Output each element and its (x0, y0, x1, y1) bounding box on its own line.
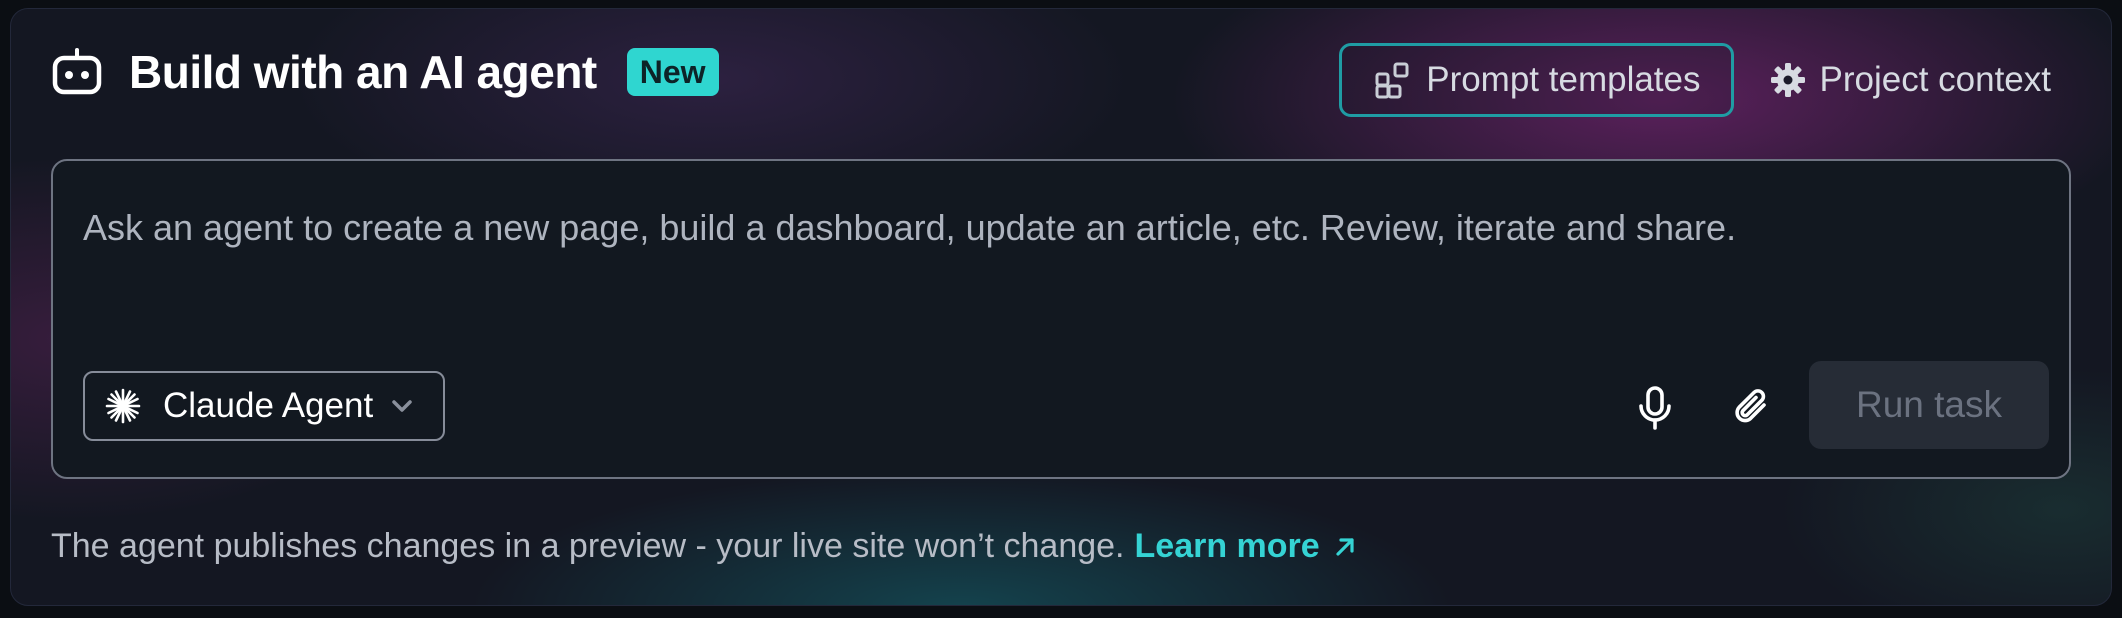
templates-icon (1374, 61, 1412, 99)
microphone-icon[interactable] (1631, 384, 1679, 432)
prompt-templates-label: Prompt templates (1426, 60, 1701, 99)
page-title: Build with an AI agent (129, 46, 597, 98)
project-context-button[interactable]: Project context (1770, 60, 2052, 100)
prompt-templates-button[interactable]: Prompt templates (1339, 43, 1734, 117)
agent-panel: Build with an AI agent New Prompt templa… (10, 8, 2112, 606)
prompt-input[interactable] (83, 207, 2039, 249)
panel-header: Build with an AI agent New (51, 45, 719, 99)
gear-icon (1770, 62, 1806, 98)
project-context-label: Project context (1819, 60, 2052, 99)
footer-note: The agent publishes changes in a preview… (51, 527, 1356, 566)
chevron-down-icon (391, 399, 413, 413)
robot-icon (51, 46, 103, 98)
agent-selector[interactable]: Claude Agent (83, 371, 445, 441)
footer-text: The agent publishes changes in a preview… (51, 527, 1125, 565)
learn-more-link[interactable]: Learn more (1135, 527, 1356, 566)
header-actions: Prompt templates Project context (1339, 43, 2051, 117)
external-arrow-icon (1334, 536, 1356, 558)
run-task-button[interactable]: Run task (1809, 361, 2049, 449)
paperclip-icon[interactable] (1729, 384, 1777, 432)
claude-spark-icon (105, 388, 141, 424)
agent-selector-label: Claude Agent (163, 386, 374, 425)
learn-more-label: Learn more (1134, 527, 1320, 565)
prompt-box: Claude Agent Run task (51, 159, 2071, 479)
new-badge: New (626, 48, 719, 96)
